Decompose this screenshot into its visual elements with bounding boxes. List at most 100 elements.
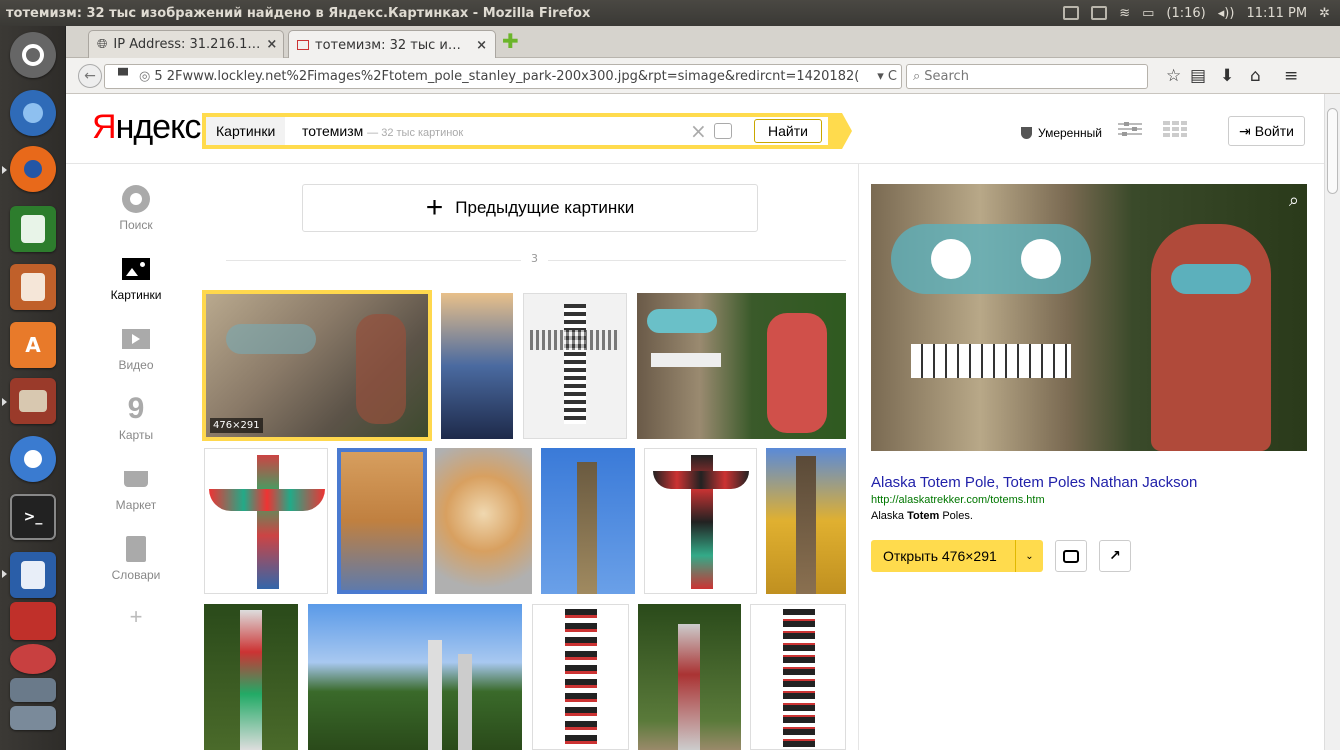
search-icon: ⌕ <box>913 69 921 84</box>
image-thumbnail[interactable] <box>435 448 532 594</box>
preview-url-link[interactable]: http://alaskatrekker.com/totems.htm <box>871 494 1045 506</box>
battery-status: (1:16) <box>1166 5 1206 21</box>
similar-search-button[interactable] <box>1055 540 1087 572</box>
shield-icon <box>1021 127 1032 139</box>
tab-label: IP Address: 31.216.1… <box>113 37 261 52</box>
url-bar[interactable]: ▝▘ ◎ 5 2Fwww.lockley.net%2Fimages%2Ftote… <box>104 64 902 89</box>
image-thumbnail[interactable] <box>766 448 846 594</box>
new-tab-plus-icon[interactable]: ✚ <box>502 31 520 51</box>
image-thumbnail[interactable] <box>750 604 846 750</box>
book-icon <box>121 534 151 564</box>
zoom-search-icon[interactable]: ⌕ <box>1289 190 1299 211</box>
back-button[interactable]: ← <box>78 64 102 88</box>
share-button[interactable]: ↗ <box>1099 540 1131 572</box>
battery-icon[interactable]: ▭ <box>1142 6 1154 21</box>
window-title: тотемизм: 32 тыс изображений найдено в Я… <box>6 5 591 21</box>
nav-item-video[interactable]: Видео <box>96 324 176 372</box>
help-icon[interactable] <box>10 644 56 674</box>
image-thumbnail[interactable] <box>637 293 846 439</box>
page-scrollbar[interactable] <box>1324 94 1340 750</box>
scrollbar-thumb[interactable] <box>1327 108 1338 194</box>
login-label: Войти <box>1254 123 1294 139</box>
tab-ip-address[interactable]: 🌐︎ IP Address: 31.216.1… × <box>88 30 284 58</box>
yandex-header: Яндекс Картинки тотемизм — 32 тыс картин… <box>66 94 1324 164</box>
image-thumbnail[interactable] <box>204 604 298 750</box>
firefox-icon[interactable] <box>10 146 56 192</box>
downloads-icon[interactable]: ⬇ <box>1220 66 1234 86</box>
image-thumbnail[interactable] <box>644 448 757 594</box>
ubuntu-dash-icon[interactable] <box>10 32 56 78</box>
home-icon[interactable]: ⌂ <box>1250 66 1261 86</box>
clear-icon[interactable]: × <box>690 119 707 143</box>
image-thumbnail[interactable] <box>441 293 513 439</box>
close-tab-icon[interactable]: × <box>266 37 277 52</box>
image-thumbnail[interactable] <box>308 604 522 750</box>
stacked-apps-icon[interactable] <box>10 602 56 640</box>
image-thumbnail[interactable] <box>523 293 627 439</box>
nav-label: Видео <box>118 358 154 372</box>
previous-images-button[interactable]: + Предыдущие картинки <box>302 184 758 232</box>
yandex-images-page: Яндекс Картинки тотемизм — 32 тыс картин… <box>66 94 1324 750</box>
site-info-icon[interactable]: ◎ <box>139 69 150 84</box>
wifi-icon[interactable]: ≋ <box>1119 6 1130 21</box>
nav-item-market[interactable]: Маркет <box>96 464 176 512</box>
running-indicator <box>2 166 7 174</box>
image-thumbnail[interactable] <box>638 604 741 750</box>
query-input[interactable]: тотемизм — 32 тыс картинок <box>302 123 463 139</box>
bookmarks-list-icon[interactable]: ▤ <box>1190 66 1206 86</box>
backup-icon[interactable] <box>10 436 56 482</box>
open-image-button[interactable]: Открыть 476×291 ⌄ <box>871 540 1043 572</box>
login-button[interactable]: ⇥ Войти <box>1228 116 1305 146</box>
unity-launcher: A >_ <box>0 26 66 750</box>
image-thumbnail[interactable] <box>532 604 629 750</box>
preview-title-link[interactable]: Alaska Totem Pole, Totem Poles Nathan Ja… <box>871 474 1197 491</box>
reload-icon[interactable]: ▾ C <box>873 69 897 84</box>
settings-sliders-icon[interactable] <box>1116 120 1144 138</box>
nav-item-images[interactable]: Картинки <box>96 254 176 302</box>
navigation-bar: ← ▝▘ ◎ 5 2Fwww.lockley.net%2Fimages%2Fto… <box>66 58 1340 94</box>
query-text: тотемизм <box>302 123 364 139</box>
safe-search-filter[interactable]: Умеренный <box>1021 126 1102 140</box>
image-thumbnail[interactable] <box>337 448 427 594</box>
chromium-icon[interactable] <box>10 90 56 136</box>
drive-icon[interactable] <box>10 706 56 730</box>
dropbox-icon[interactable] <box>1063 6 1080 20</box>
preview-image[interactable]: ⌕ <box>871 184 1307 451</box>
chevron-down-icon[interactable]: ⌄ <box>1015 540 1043 572</box>
nav-item-maps[interactable]: 9 Карты <box>96 394 176 443</box>
grid-view-icon[interactable] <box>1162 120 1188 138</box>
yandex-logo[interactable]: Яндекс <box>92 108 201 147</box>
result-count: — 32 тыс картинок <box>367 127 464 139</box>
more-services-plus-icon[interactable]: + <box>96 604 176 630</box>
close-tab-icon[interactable]: × <box>476 38 487 53</box>
reader-icon: ▝▘ <box>113 69 133 84</box>
settings-gear-icon[interactable]: ✲ <box>1319 6 1330 21</box>
notes-icon[interactable] <box>1091 6 1108 20</box>
volume-icon[interactable]: ◂)) <box>1218 6 1235 21</box>
disk-icon[interactable] <box>10 678 56 702</box>
tab-bar: 🌐︎ IP Address: 31.216.1… × тотемизм: 32 … <box>66 26 1340 59</box>
terminal-icon[interactable]: >_ <box>10 494 56 540</box>
bookmark-star-icon[interactable]: ☆ <box>1166 66 1181 86</box>
image-thumbnail[interactable] <box>204 448 328 594</box>
nav-label: Словари <box>111 568 161 582</box>
libreoffice-writer-icon[interactable] <box>10 552 56 598</box>
camera-search-icon[interactable] <box>714 123 732 139</box>
clock[interactable]: 11:11 PM <box>1246 6 1307 21</box>
software-center-icon[interactable]: A <box>10 322 56 368</box>
system-tray: ≋ ▭ (1:16) ◂)) 11:11 PM ✲ <box>1063 6 1340 21</box>
image-icon <box>121 254 151 284</box>
files-icon[interactable] <box>10 378 56 424</box>
image-thumbnail-selected[interactable]: 476×291 <box>202 290 432 441</box>
find-button[interactable]: Найти <box>754 119 822 143</box>
image-thumbnail[interactable] <box>541 448 635 594</box>
tab-totemism[interactable]: тотемизм: 32 тыс и… × <box>288 30 496 59</box>
browser-search-box[interactable]: ⌕ Search <box>906 64 1148 89</box>
filter-label: Умеренный <box>1038 126 1102 140</box>
libreoffice-impress-icon[interactable] <box>10 264 56 310</box>
nav-item-search[interactable]: Поиск <box>96 184 176 232</box>
service-label[interactable]: Картинки <box>206 117 286 145</box>
menu-hamburger-icon[interactable]: ≡ <box>1284 66 1298 86</box>
libreoffice-calc-icon[interactable] <box>10 206 56 252</box>
nav-item-dictionaries[interactable]: Словари <box>96 534 176 582</box>
